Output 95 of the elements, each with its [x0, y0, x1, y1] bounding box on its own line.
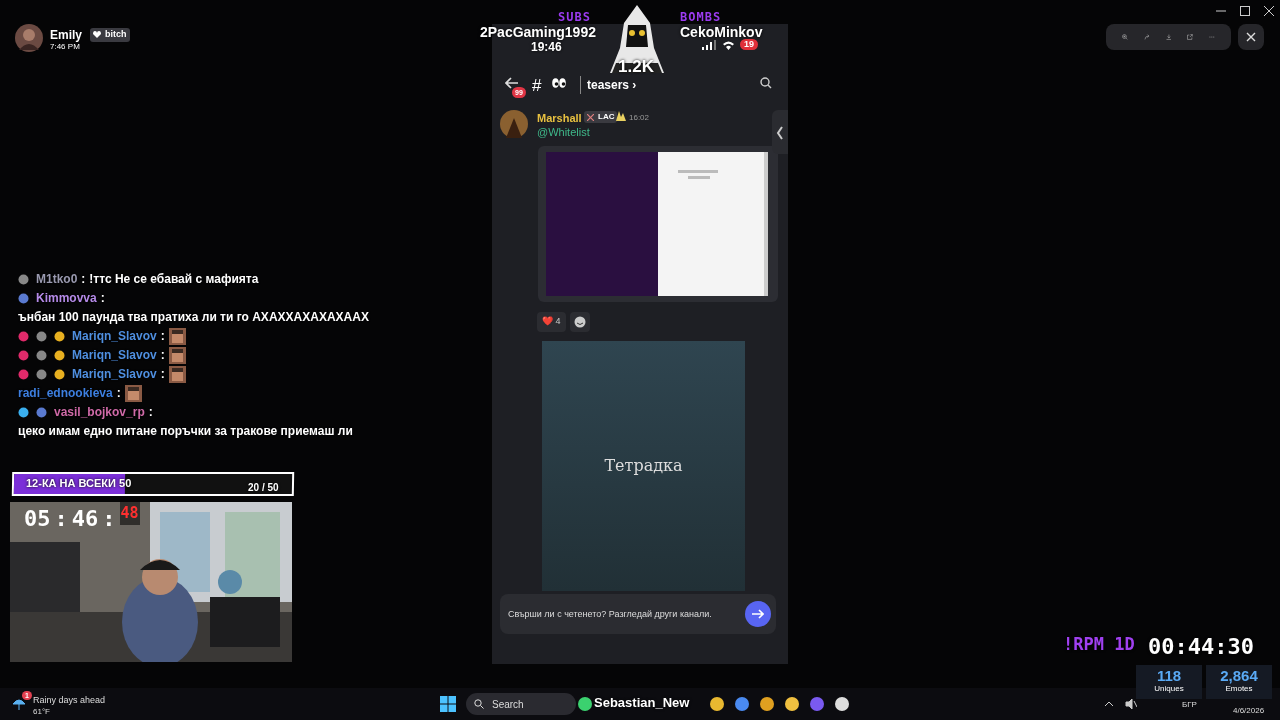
chat-separator: :	[148, 404, 153, 421]
close-button[interactable]	[1238, 24, 1264, 50]
chat-username: radi_ednookieva	[18, 385, 113, 402]
weather-summary: Rainy days ahead	[33, 694, 106, 707]
chat-username: Mariqn_Slavov	[72, 347, 157, 364]
viewer-count: 1.2K	[618, 56, 654, 78]
wifi-icon	[722, 40, 735, 50]
close-icon	[1246, 32, 1256, 42]
chat-username: Mariqn_Slavov	[72, 328, 157, 345]
channel-name[interactable]: teasers ›	[580, 76, 637, 94]
badge-icon	[54, 331, 65, 342]
chat-separator: :	[116, 385, 121, 402]
book-cover: Тетрадка	[542, 341, 745, 591]
badge-icon	[18, 407, 29, 418]
timer-digits: 46	[71, 505, 99, 533]
chevron-icon	[776, 125, 784, 140]
eyes-icon	[552, 78, 566, 88]
chat-message: !ттс Не се ебавай с мафията	[89, 271, 259, 288]
timestamp: 16:02	[629, 112, 650, 124]
heart-icon	[93, 31, 101, 39]
app-icon[interactable]	[735, 697, 749, 711]
badge-icon	[36, 407, 47, 418]
timer-seconds: 48	[119, 502, 140, 525]
chat-separator: :	[81, 271, 86, 288]
badge-icon	[18, 293, 29, 304]
weather-temperature: 61°F	[33, 706, 50, 718]
counter-label: !RPM 1D	[1063, 633, 1135, 656]
keyboard-language[interactable]: БГР	[1182, 699, 1197, 711]
rank-icon	[616, 111, 626, 121]
chat-separator: :	[160, 328, 165, 345]
message-input[interactable]: Свърши ли с четенето? Разгледай други канали.	[500, 594, 776, 634]
badge-icon	[54, 369, 65, 380]
maximize-icon[interactable]	[1240, 6, 1250, 16]
search-icon[interactable]	[760, 77, 772, 89]
badge-icon	[36, 331, 47, 342]
badge-icon	[36, 369, 47, 380]
author-name: Marshall	[537, 111, 582, 126]
app-icon[interactable]	[578, 697, 592, 711]
stat-label: Uniques	[1153, 685, 1185, 693]
badge-icon	[18, 369, 29, 380]
timer-separator: :	[54, 505, 68, 533]
zoom-icon[interactable]	[1122, 31, 1128, 43]
chat-username: vasil_bojkov_rp	[54, 404, 145, 421]
chat-username: Kimmovva	[36, 290, 97, 307]
smiley-icon	[573, 316, 586, 328]
overlay-username: Sebastian_New	[594, 694, 690, 712]
chat-separator: :	[100, 290, 105, 307]
channel-hash: #	[532, 75, 542, 97]
counter-time: 00:44:30	[1148, 633, 1254, 661]
stat-value: 2,864	[1219, 668, 1259, 683]
collapse-handle[interactable]	[772, 110, 788, 154]
badge-icon	[18, 350, 29, 361]
avatar	[500, 110, 528, 138]
chat-message: цеко имам едно питане поръчки за тракове приемаш ли	[18, 423, 353, 440]
reaction-button[interactable]: ❤ 4	[537, 312, 566, 332]
back-arrow-icon[interactable]	[505, 77, 519, 89]
external-link-icon[interactable]	[1187, 31, 1194, 43]
subscriber-name: 2PacGaming1992	[480, 23, 596, 42]
stat-label: Emotes	[1224, 685, 1254, 693]
chat-username: M1tko0	[36, 271, 78, 288]
arrow-icon	[752, 609, 764, 619]
umbrella-icon	[12, 697, 26, 711]
signal-icon	[702, 40, 716, 50]
chat-separator: :	[160, 347, 165, 364]
chevron-up-icon[interactable]	[1104, 701, 1114, 707]
subs-label: SUBS	[558, 9, 591, 26]
battery-indicator: 19	[740, 39, 758, 50]
chat-separator: :	[160, 366, 165, 383]
badge-icon	[18, 274, 29, 285]
username: Emily	[50, 27, 82, 44]
mute-icon[interactable]	[1125, 699, 1137, 709]
windows-start-icon[interactable]	[440, 696, 456, 712]
search-icon	[474, 699, 484, 709]
stat-value: 118	[1155, 668, 1183, 683]
badge-icon	[18, 331, 29, 342]
date[interactable]: 4/6/2026	[1233, 705, 1265, 717]
sword-icon	[587, 113, 594, 121]
chat-message: ънбан 100 паунда тва пратиха ли ти го АХАХХАХАХАХААХ	[18, 309, 369, 326]
mention[interactable]: @Whitelist	[537, 124, 590, 141]
add-reaction-button[interactable]	[569, 312, 590, 332]
timestamp: 7:46 PM	[50, 42, 80, 53]
close-icon[interactable]	[1264, 6, 1274, 16]
badge-icon	[54, 350, 65, 361]
bomber-name: CekoMinkov	[680, 23, 763, 41]
clock: 19:46	[531, 40, 562, 56]
search-field[interactable]: Search	[466, 693, 576, 715]
avatar	[15, 24, 43, 52]
goal-count: 20 / 50	[248, 481, 279, 495]
goal-label: 12-КА НА ВСЕКИ 50	[26, 476, 132, 491]
bombs-label: BOMBS	[680, 9, 722, 26]
timer-digits: 05	[24, 505, 51, 533]
app-icon[interactable]	[785, 697, 799, 711]
badge-icon	[36, 350, 47, 361]
chat-username: Mariqn_Slavov	[72, 366, 157, 383]
timer-separator: :	[102, 505, 116, 533]
